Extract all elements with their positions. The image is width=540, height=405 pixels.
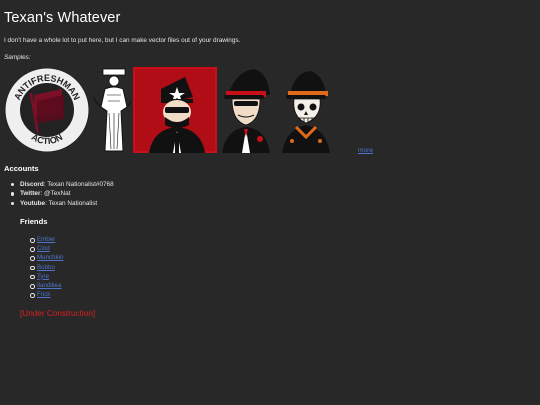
intro-text: I don't have a whole lot to put here, bu… [4, 37, 241, 44]
skeleton-soldier-drawing[interactable] [276, 67, 336, 153]
account-discord: Discord: Texan Nationalist#0768 [4, 180, 114, 189]
list-item: Munchkin [20, 253, 63, 262]
samples-label: Samples: [4, 54, 31, 61]
friends-heading: Friends [20, 217, 48, 226]
samples-gallery: ANTIFRESHMAN ACTION [4, 67, 384, 155]
accounts-list: Discord: Texan Nationalist#0768 Twitter:… [4, 180, 114, 208]
account-key: Youtube [20, 199, 46, 207]
account-key: Discord [20, 181, 44, 188]
friend-link-ilandiliea[interactable]: Ilandiliea [37, 282, 61, 289]
list-item: Ilandiliea [20, 281, 63, 290]
page-title: Texan's Whatever [4, 10, 121, 26]
friend-link-bobbo[interactable]: Bobbo [37, 264, 55, 271]
list-item: Cind [20, 244, 63, 253]
account-twitter: Twitter: @TexNat [4, 189, 114, 198]
list-item: Frick [20, 290, 63, 299]
masked-officer-red-badge[interactable] [133, 67, 217, 153]
friend-link-tyre[interactable]: Tyre [37, 273, 49, 280]
list-item: Tyre [20, 272, 63, 281]
account-value: : @TexNat [40, 190, 71, 198]
friend-link-frick[interactable]: Frick [37, 291, 50, 298]
list-item: Bobbo [20, 263, 63, 272]
more-samples-link[interactable]: more [358, 147, 373, 154]
list-item: Ember [20, 235, 63, 244]
account-youtube: Youtube: Texan Nationalist [4, 199, 114, 208]
account-key: Twitter [20, 190, 41, 198]
under-construction-notice: [Under Construction] [20, 309, 96, 318]
friend-link-munchkin[interactable]: Munchkin [37, 254, 63, 261]
friends-list: Ember Cind Munchkin Bobbo Tyre Ilandilie… [20, 235, 63, 299]
friend-link-cind[interactable]: Cind [37, 245, 50, 252]
antifreshman-action-logo[interactable]: ANTIFRESHMAN ACTION [4, 67, 90, 153]
officer-portrait-drawing[interactable] [218, 67, 274, 153]
account-value: : Texan Nationalist [45, 199, 98, 207]
accounts-heading: Accounts [4, 164, 39, 173]
friend-link-ember[interactable]: Ember [37, 236, 55, 243]
statue-figure-drawing[interactable] [91, 67, 135, 153]
account-value: : Texan Nationalist#0768 [43, 181, 114, 188]
